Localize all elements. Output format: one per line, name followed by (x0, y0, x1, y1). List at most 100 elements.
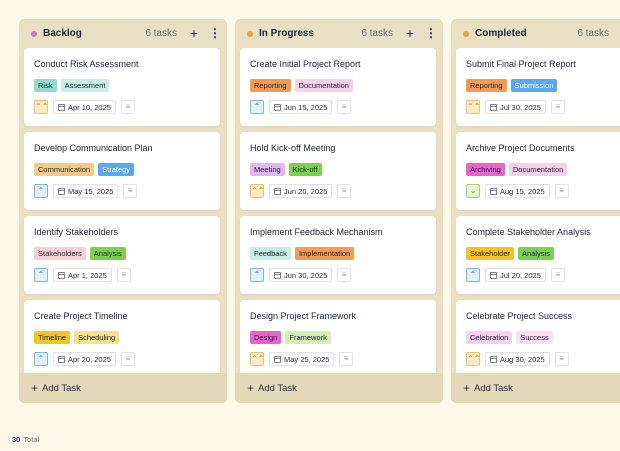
task-meta: ⌃⌃ Jun 20, 2025 ≡ (250, 184, 352, 198)
column-header: Completed6 tasks+⋮ (451, 19, 620, 48)
add-task-label: Add Task (258, 382, 297, 394)
description-icon[interactable]: ≡ (554, 184, 569, 198)
add-icon[interactable]: + (187, 25, 201, 41)
priority-high-icon[interactable]: ⌃⌃ (250, 184, 264, 198)
priority-high-icon[interactable]: ⌃⌃ (34, 100, 48, 114)
task-meta: ⌃⌃ Apr 10, 2025 ≡ (34, 100, 135, 114)
due-date[interactable]: Aug 15, 2025 (485, 184, 550, 198)
description-icon[interactable]: ≡ (120, 352, 135, 366)
task-card[interactable]: Identify Stakeholders Stakeholders Analysi… (24, 216, 220, 294)
priority-low-icon[interactable]: ⌄ (466, 184, 480, 198)
description-icon[interactable]: ≡ (337, 184, 352, 198)
tag-badge: Kick-off (288, 163, 322, 176)
task-meta: ⌃⌃ Aug 30, 2025 ≡ (466, 352, 569, 366)
tag-list: Risk Assessment (34, 79, 110, 92)
description-icon[interactable]: ≡ (550, 268, 565, 282)
task-card[interactable]: Design Project Framework Design Framework ⌃… (240, 300, 436, 378)
task-title: Identify Stakeholders (34, 227, 119, 237)
column-task-count: 6 tasks (145, 28, 177, 39)
task-meta: ⌃ Jun 30, 2025 ≡ (250, 268, 352, 282)
status-dot-icon (463, 30, 469, 37)
description-icon[interactable]: ≡ (337, 100, 352, 114)
plus-icon: + (247, 381, 255, 395)
tag-list: Meeting Kick-off (250, 163, 322, 176)
more-options-icon[interactable]: ⋮ (209, 25, 221, 41)
priority-medium-icon[interactable]: ⌃ (250, 268, 264, 282)
add-task-label: Add Task (474, 382, 513, 394)
due-date[interactable]: Apr 20, 2025 (53, 352, 116, 366)
add-task-button[interactable]: + Add Task (235, 373, 443, 403)
priority-medium-icon[interactable]: ⌃ (250, 100, 264, 114)
add-task-button[interactable]: + Add Task (451, 373, 620, 403)
task-card[interactable]: Complete Stakeholder Analysis Stakeholder… (456, 216, 620, 294)
task-card[interactable]: Develop Communication Plan Communication S… (24, 132, 220, 210)
calendar-icon (490, 103, 497, 111)
footer-total: 30 Total (0, 428, 620, 451)
task-meta: ⌃ May 15, 2025 ≡ (34, 184, 138, 198)
task-title: Hold Kick-off Meeting (250, 143, 336, 153)
column-header: Backlog 6 tasks + ⋮ (19, 19, 227, 48)
plus-icon: + (463, 381, 471, 395)
description-icon[interactable]: ≡ (550, 100, 565, 114)
description-icon[interactable]: ≡ (123, 184, 138, 198)
task-card[interactable]: Implement Feedback Mechanism Feedback Impl… (240, 216, 436, 294)
priority-medium-icon[interactable]: ⌃ (34, 268, 48, 282)
tag-list: Feedback Implementation (250, 247, 355, 260)
tag-badge: Analysis (518, 247, 554, 260)
due-date[interactable]: Jun 30, 2025 (269, 268, 333, 282)
task-card[interactable]: Archive Project Documents Archiving Docume… (456, 132, 620, 210)
due-date-text: Jun 30, 2025 (284, 270, 328, 280)
description-icon[interactable]: ≡ (337, 268, 352, 282)
task-meta: ⌃ Apr 20, 2025 ≡ (34, 352, 135, 366)
calendar-icon (490, 355, 497, 363)
due-date[interactable]: Jul 20, 2025 (485, 268, 546, 282)
kanban-board: Backlog 6 tasks + ⋮ Conduct Risk Assessment R… (0, 0, 620, 428)
column-backlog: Backlog 6 tasks + ⋮ Conduct Risk Assessment R… (19, 19, 227, 403)
tag-list: Reporting Documentation (250, 79, 353, 92)
priority-medium-icon[interactable]: ⌃ (34, 352, 48, 366)
due-date[interactable]: May 15, 2025 (53, 184, 119, 198)
due-date[interactable]: Apr 1, 2025 (53, 268, 112, 282)
tag-list: Design Framework (250, 331, 331, 344)
due-date-text: Jun 20, 2025 (284, 186, 328, 196)
task-card[interactable]: Create Initial Project Report Reporting Do… (240, 48, 436, 126)
tag-badge: Framework (285, 331, 331, 344)
description-icon[interactable]: ≡ (554, 352, 569, 366)
due-date[interactable]: Jun 20, 2025 (269, 184, 333, 198)
due-date-text: May 25, 2025 (284, 354, 330, 364)
due-date[interactable]: Jun 15, 2025 (269, 100, 333, 114)
column-task-count: 6 tasks (577, 28, 609, 39)
priority-high-icon[interactable]: ⌃⌃ (466, 352, 480, 366)
due-date[interactable]: Apr 10, 2025 (53, 100, 116, 114)
calendar-icon (274, 103, 281, 111)
tag-badge: Implementation (294, 247, 355, 260)
task-card[interactable]: Submit Final Project Report Reporting Subm… (456, 48, 620, 126)
task-title: Create Project Timeline (34, 311, 128, 321)
due-date[interactable]: Aug 30, 2025 (485, 352, 550, 366)
priority-medium-icon[interactable]: ⌃ (34, 184, 48, 198)
total-count: 30 (12, 435, 21, 444)
more-options-icon[interactable]: ⋮ (425, 25, 437, 41)
description-icon[interactable]: ≡ (116, 268, 131, 282)
tag-badge: Documentation (294, 79, 353, 92)
tag-list: Stakeholder Analysis (466, 247, 554, 260)
due-date[interactable]: May 25, 2025 (269, 352, 335, 366)
description-icon[interactable]: ≡ (120, 100, 135, 114)
add-task-button[interactable]: + Add Task (19, 373, 227, 403)
tag-badge: Assessment (60, 79, 110, 92)
priority-high-icon[interactable]: ⌃⌃ (466, 100, 480, 114)
due-date-text: May 15, 2025 (68, 186, 114, 196)
task-meta: ⌃⌃ Jul 30, 2025 ≡ (466, 100, 565, 114)
due-date[interactable]: Jul 30, 2025 (485, 100, 546, 114)
task-title: Archive Project Documents (466, 143, 575, 153)
task-card[interactable]: Hold Kick-off Meeting Meeting Kick-off ⌃⌃ Ju… (240, 132, 436, 210)
priority-high-icon[interactable]: ⌃⌃ (250, 352, 264, 366)
priority-medium-icon[interactable]: ⌃ (466, 268, 480, 282)
add-icon[interactable]: + (403, 25, 417, 41)
task-card[interactable]: Conduct Risk Assessment Risk Assessment ⌃⌃ A… (24, 48, 220, 126)
task-title: Create Initial Project Report (250, 59, 361, 69)
task-card[interactable]: Create Project Timeline Timeline Schedulin… (24, 300, 220, 378)
description-icon[interactable]: ≡ (339, 352, 354, 366)
plus-icon: + (31, 381, 39, 395)
task-card[interactable]: Celebrate Project Success Celebration Succ… (456, 300, 620, 378)
